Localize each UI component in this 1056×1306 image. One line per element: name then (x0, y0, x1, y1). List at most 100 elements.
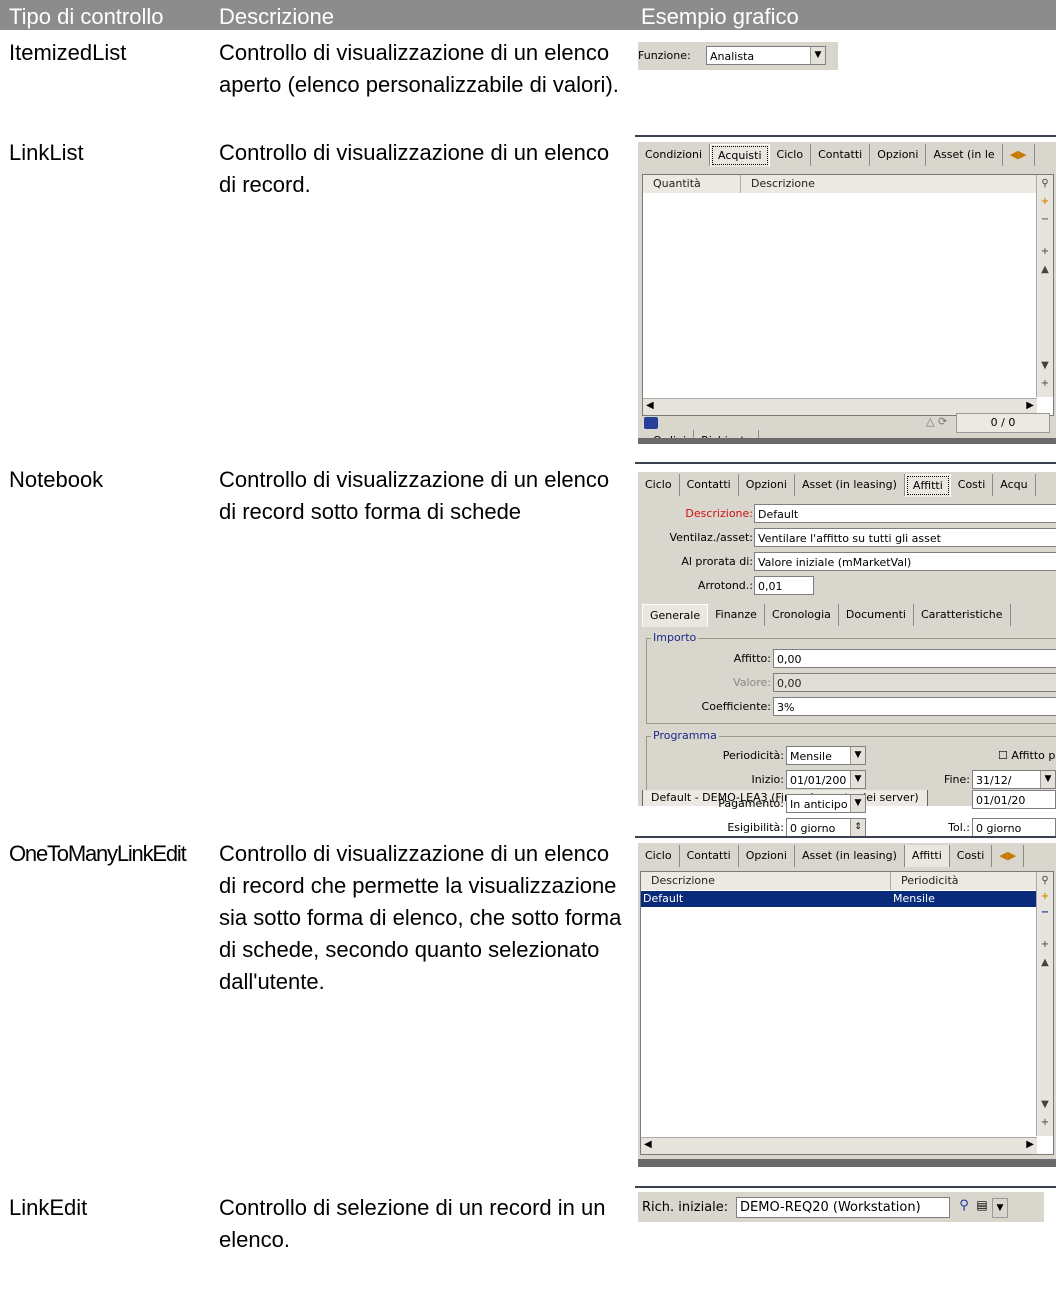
status-triangle-icon: △ ⟳ (926, 415, 948, 428)
scroll-left-icon[interactable]: ◀ (646, 400, 654, 411)
subtab-cronologia[interactable]: Cronologia (765, 604, 839, 626)
add-icon[interactable]: + (1038, 890, 1052, 904)
scroll-down-icon[interactable]: ▼ (1038, 359, 1052, 373)
scroll-right-icon[interactable]: ▶ (1026, 1139, 1034, 1150)
importo-title: Importo (651, 631, 699, 644)
tol-field[interactable]: 0 giorno (972, 818, 1056, 837)
notebook-tabs: Ciclo Contatti Opzioni Asset (in leasing… (638, 474, 1036, 498)
column-header-descrizione[interactable]: Descrizione (741, 175, 1037, 193)
tab-ciclo[interactable]: Ciclo (770, 144, 812, 166)
search-icon[interactable]: ⚲ (1038, 874, 1052, 888)
column-label: Descrizione (651, 874, 715, 887)
valore-label: Valore: (733, 676, 771, 689)
itemizedlist-example: Funzione: Analista ▼ (638, 42, 838, 70)
remove-icon[interactable]: − (1038, 906, 1052, 920)
tab-costi[interactable]: Costi (950, 845, 993, 867)
divider (635, 462, 1056, 464)
vertical-scrollbar[interactable]: ⚲ + − + ▲ ▼ + (1036, 175, 1053, 397)
control-type: OneToManyLinkEdit (9, 841, 187, 866)
tab-contatti[interactable]: Contatti (680, 474, 739, 496)
control-type: Notebook (9, 467, 104, 492)
tab-asset[interactable]: Asset (in le (926, 144, 1003, 166)
tab-acquisti[interactable]: Acqu (993, 474, 1036, 496)
column-label: Quantità (653, 177, 701, 190)
search-icon[interactable]: ⚲ (1038, 177, 1052, 191)
prorata-field[interactable]: Valore iniziale (mMarketVal) (754, 552, 1056, 571)
expand-icon[interactable]: + (1038, 938, 1052, 952)
column-header-periodicita[interactable]: Periodicità (891, 872, 1037, 890)
linklist-list: Quantità Descrizione ⚲ + − + ▲ ▼ + ◀ ▶ (642, 174, 1054, 416)
notebook-example: Ciclo Contatti Opzioni Asset (in leasing… (638, 472, 1056, 766)
tab-acquisti[interactable]: Acquisti (710, 144, 770, 167)
tab-affitti[interactable]: Affitti (904, 845, 950, 867)
scroll-right-icon[interactable]: ▶ (1026, 400, 1034, 411)
remove-icon[interactable]: − (1038, 213, 1052, 227)
column-header-quantita[interactable]: Quantità (643, 175, 741, 193)
tab-condizioni[interactable]: Condizioni (638, 144, 711, 166)
onetomany-tabs: Ciclo Contatti Opzioni Asset (in leasing… (638, 845, 1025, 869)
onetomany-list: Descrizione Periodicità Default Mensile … (640, 871, 1054, 1155)
descrizione-label: Descrizione: (685, 507, 753, 520)
expand-icon[interactable]: + (1038, 377, 1052, 391)
subtab-documenti[interactable]: Documenti (839, 604, 914, 626)
importo-group: Importo Affitto: 0,00 Valore: 0,00 Coeff… (646, 631, 1056, 724)
affitto-field[interactable]: 0,00 (773, 649, 1056, 668)
tab-contatti[interactable]: Contatti (811, 144, 871, 166)
column-label: Descrizione (751, 177, 815, 190)
tab-contatti[interactable]: Contatti (680, 845, 739, 867)
ventilaz-field[interactable]: Ventilare l'affitto su tutti gli asset (754, 528, 1056, 547)
add-icon[interactable]: + (1038, 195, 1052, 209)
stepper-icon[interactable]: ⇕ (850, 819, 865, 836)
esigibilita-value: 0 giorno (790, 822, 836, 835)
valore-field: 0,00 (773, 673, 1056, 692)
scroll-up-icon[interactable]: ▲ (1038, 956, 1052, 970)
control-type: ItemizedList (9, 40, 127, 65)
scroll-up-icon[interactable]: ▲ (1038, 263, 1052, 277)
rich-iniziale-field[interactable]: DEMO-REQ20 (Workstation) (736, 1197, 950, 1218)
tab-opzioni[interactable]: Opzioni (739, 474, 795, 496)
table-row[interactable]: Default Mensile (641, 891, 1037, 907)
esigibilita-stepper[interactable]: 0 giorno ⇕ (786, 818, 866, 837)
ricalcolo-field[interactable]: 01/01/20 (972, 790, 1056, 809)
expand-icon[interactable]: + (1038, 1116, 1052, 1130)
column-header-descrizione[interactable]: Descrizione (641, 872, 891, 890)
control-description: Controllo di visualizzazione di un elenc… (219, 841, 622, 994)
funzione-value: Analista (710, 50, 755, 63)
horizontal-scrollbar[interactable]: ◀ ▶ (641, 1137, 1037, 1154)
expand-icon[interactable]: + (1038, 245, 1052, 259)
onetomanylinkedit-example: Ciclo Contatti Opzioni Asset (in leasing… (638, 843, 1056, 1167)
calculator-icon[interactable] (644, 417, 658, 429)
funzione-select[interactable]: Analista ▼ (706, 46, 826, 65)
tab-scroll-arrows-icon[interactable]: ◀▶ (992, 845, 1025, 867)
tab-opzioni[interactable]: Opzioni (870, 144, 927, 166)
row-periodicita: Mensile (893, 892, 935, 905)
tab-ciclo[interactable]: Ciclo (638, 474, 680, 496)
control-description: Controllo di visualizzazione di un elenc… (219, 140, 610, 197)
arrotond-field[interactable]: 0,01 (754, 576, 814, 595)
window-edge (638, 1159, 1056, 1167)
tab-ciclo[interactable]: Ciclo (638, 845, 680, 867)
list-icon[interactable]: ▤ (974, 1198, 990, 1216)
subtab-generale[interactable]: Generale (642, 604, 709, 627)
scroll-left-icon[interactable]: ◀ (644, 1139, 652, 1150)
vertical-scrollbar[interactable]: ⚲ + − + ▲ ▼ + (1036, 872, 1053, 1136)
descrizione-field[interactable]: Default (754, 504, 1056, 523)
divider (635, 135, 1056, 137)
subtab-finanze[interactable]: Finanze (708, 604, 765, 626)
tab-costi[interactable]: Costi (951, 474, 994, 496)
tab-scroll-arrows-icon[interactable]: ◀▶ (1003, 144, 1035, 166)
coefficiente-label: Coefficiente: (701, 700, 771, 713)
record-counter: 0 / 0 (956, 413, 1050, 433)
search-icon[interactable]: ⚲ (956, 1198, 972, 1216)
coefficiente-field[interactable]: 3% (773, 697, 1056, 716)
linkedit-example: Rich. iniziale: DEMO-REQ20 (Workstation)… (638, 1192, 1044, 1222)
tab-asset-leasing[interactable]: Asset (in leasing) (795, 845, 905, 867)
control-type: LinkList (9, 140, 84, 165)
tab-affitti[interactable]: Affitti (904, 474, 951, 497)
subtab-caratteristiche[interactable]: Caratteristiche (914, 604, 1011, 626)
scroll-down-icon[interactable]: ▼ (1038, 1098, 1052, 1112)
tab-opzioni[interactable]: Opzioni (739, 845, 795, 867)
chevron-down-icon[interactable]: ▼ (992, 1198, 1008, 1218)
tab-asset-leasing[interactable]: Asset (in leasing) (795, 474, 905, 496)
chevron-down-icon[interactable]: ▼ (810, 47, 825, 64)
